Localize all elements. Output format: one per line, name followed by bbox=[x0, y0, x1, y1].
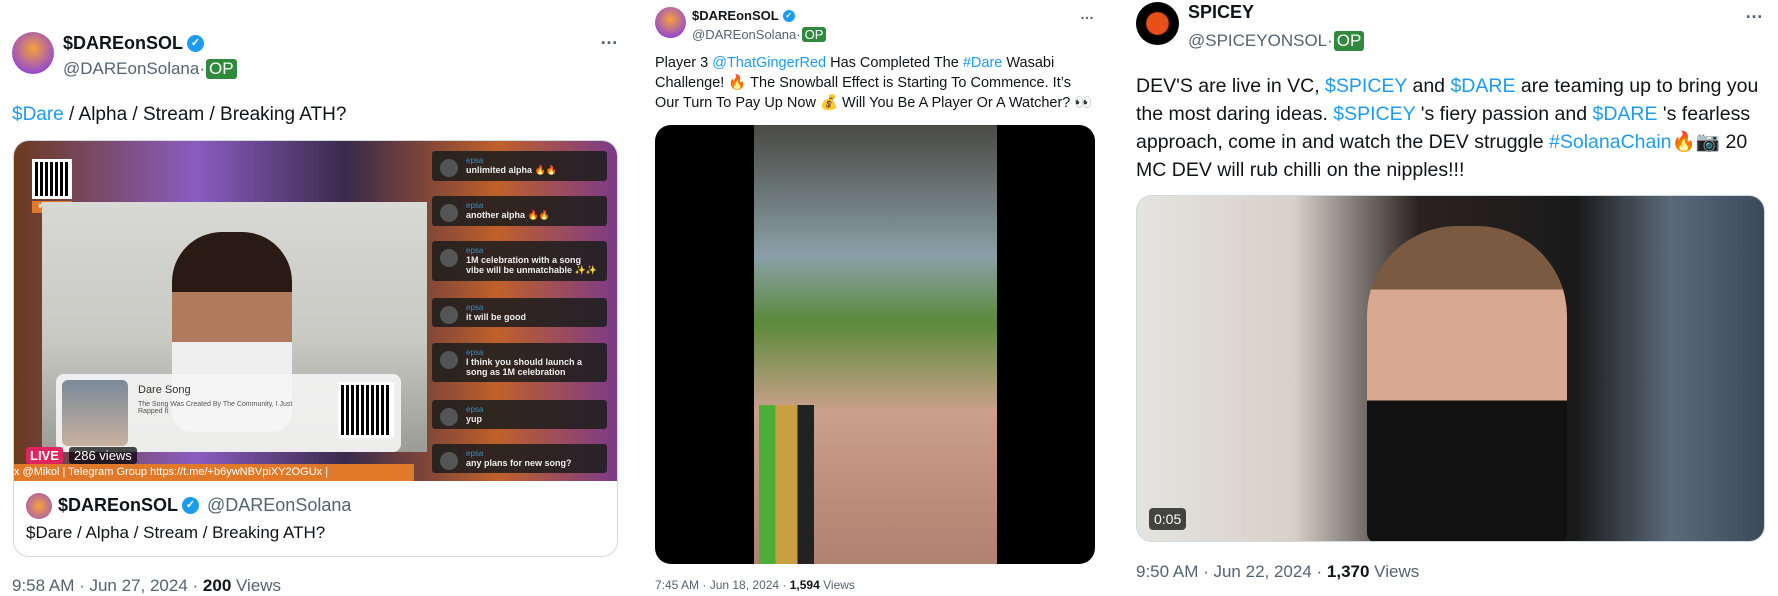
display-name[interactable]: $DAREonSOL bbox=[692, 8, 779, 23]
tweet-text: $Dare / Alpha / Stream / Breaking ATH? bbox=[12, 104, 347, 125]
song-description: The Song Was Created By The Community, I… bbox=[138, 401, 293, 415]
more-options-icon[interactable]: … bbox=[600, 28, 619, 49]
avatar[interactable] bbox=[1136, 2, 1179, 45]
quoted-handle: @DAREonSolana bbox=[207, 495, 352, 515]
verified-badge-icon: ✓ bbox=[782, 9, 795, 22]
avatar bbox=[440, 452, 458, 470]
avatar bbox=[26, 493, 52, 519]
avatar bbox=[440, 204, 458, 222]
more-options-icon[interactable]: … bbox=[1080, 6, 1095, 22]
chat-message: epsa unlimited alpha 🔥🔥 bbox=[432, 151, 607, 181]
live-stream-video[interactable]: WEBSITE Dare Song The Song Was Created B… bbox=[14, 141, 617, 481]
view-count: 1,370 bbox=[1326, 562, 1370, 581]
tweet-video[interactable] bbox=[655, 125, 1095, 564]
tweet-text: Player 3 @ThatGingerRed Has Completed Th… bbox=[655, 55, 1093, 111]
chat-message: epsa it will be good bbox=[432, 298, 607, 327]
handle[interactable]: @DAREonSolana· bbox=[63, 59, 205, 79]
chat-message: epsa yup bbox=[432, 400, 607, 429]
view-count: 200 bbox=[202, 576, 232, 595]
chat-message: epsa I think you should launch a song as … bbox=[432, 343, 607, 382]
op-badge: OP bbox=[801, 27, 827, 42]
verified-badge-icon: ✓ bbox=[187, 35, 205, 52]
tweet-video[interactable]: 0:05 bbox=[1136, 195, 1765, 542]
ticker-bar: x @Mikol | Telegram Group https://t.me/+… bbox=[14, 464, 414, 481]
handle[interactable]: @DAREonSolana· bbox=[692, 27, 801, 42]
tweet-text: DEV'S are live in VC, $SPICEY and $DARE … bbox=[1136, 75, 1759, 181]
tweet-timestamp: 7:45 AM · Jun 18, 2024 · 1,594 Views bbox=[655, 578, 855, 592]
song-card: Dare Song The Song Was Created By The Co… bbox=[56, 374, 401, 452]
hashtag-link[interactable]: #SolanaChain bbox=[1549, 131, 1672, 153]
avatar bbox=[440, 306, 458, 324]
hashtag-link[interactable]: #Dare bbox=[963, 55, 1003, 71]
avatar bbox=[440, 159, 458, 177]
op-badge: OP bbox=[1333, 31, 1365, 51]
can bbox=[759, 405, 814, 564]
verified-badge-icon: ✓ bbox=[182, 497, 200, 514]
avatar bbox=[440, 249, 458, 267]
qr-code bbox=[32, 159, 72, 199]
cashtag-link[interactable]: $DARE bbox=[1592, 103, 1657, 125]
song-title: Dare Song bbox=[138, 384, 191, 396]
avatar bbox=[440, 351, 458, 369]
quote-card[interactable]: WEBSITE Dare Song The Song Was Created B… bbox=[13, 140, 618, 557]
op-badge: OP bbox=[206, 59, 237, 79]
cashtag-link[interactable]: $SPICEY bbox=[1333, 103, 1415, 125]
video-frame bbox=[754, 125, 997, 564]
qr-code bbox=[338, 382, 394, 438]
cashtag-link[interactable]: $Dare bbox=[12, 104, 64, 125]
tweet-timestamp: 9:50 AM · Jun 22, 2024 · 1,370 Views bbox=[1136, 562, 1420, 581]
avatar[interactable] bbox=[12, 32, 54, 74]
cashtag-link[interactable]: $DARE bbox=[1450, 75, 1515, 97]
avatar[interactable] bbox=[655, 7, 686, 38]
chat-panel: epsa unlimited alpha 🔥🔥 epsa another alpha… bbox=[432, 149, 612, 481]
person bbox=[1367, 226, 1567, 541]
song-thumbnail bbox=[62, 380, 128, 446]
display-name[interactable]: $DAREonSOL bbox=[63, 33, 183, 54]
chat-message: epsa 1M celebration with a song vibe will… bbox=[432, 241, 607, 281]
more-options-icon[interactable]: … bbox=[1745, 2, 1764, 23]
handle[interactable]: @SPICEYONSOL· bbox=[1188, 31, 1333, 51]
view-count-overlay: 286 views bbox=[69, 447, 137, 464]
video-duration: 0:05 bbox=[1149, 508, 1187, 530]
display-name[interactable]: SPICEY bbox=[1188, 2, 1254, 23]
cashtag-link[interactable]: $SPICEY bbox=[1325, 75, 1407, 97]
chat-message: epsa any plans for new song? bbox=[432, 444, 607, 473]
chat-message: epsa another alpha 🔥🔥 bbox=[432, 196, 607, 226]
tweet-timestamp: 9:58 AM · Jun 27, 2024 · 200 Views bbox=[12, 576, 282, 595]
quoted-text: $Dare / Alpha / Stream / Breaking ATH? bbox=[26, 523, 326, 542]
avatar bbox=[440, 408, 458, 426]
webcam-feed: Dare Song The Song Was Created By The Co… bbox=[42, 202, 427, 452]
mention-link[interactable]: @ThatGingerRed bbox=[712, 55, 826, 71]
quoted-display-name: $DAREonSOL bbox=[58, 495, 179, 515]
live-badge: LIVE bbox=[26, 447, 63, 464]
view-count: 1,594 bbox=[789, 578, 820, 592]
